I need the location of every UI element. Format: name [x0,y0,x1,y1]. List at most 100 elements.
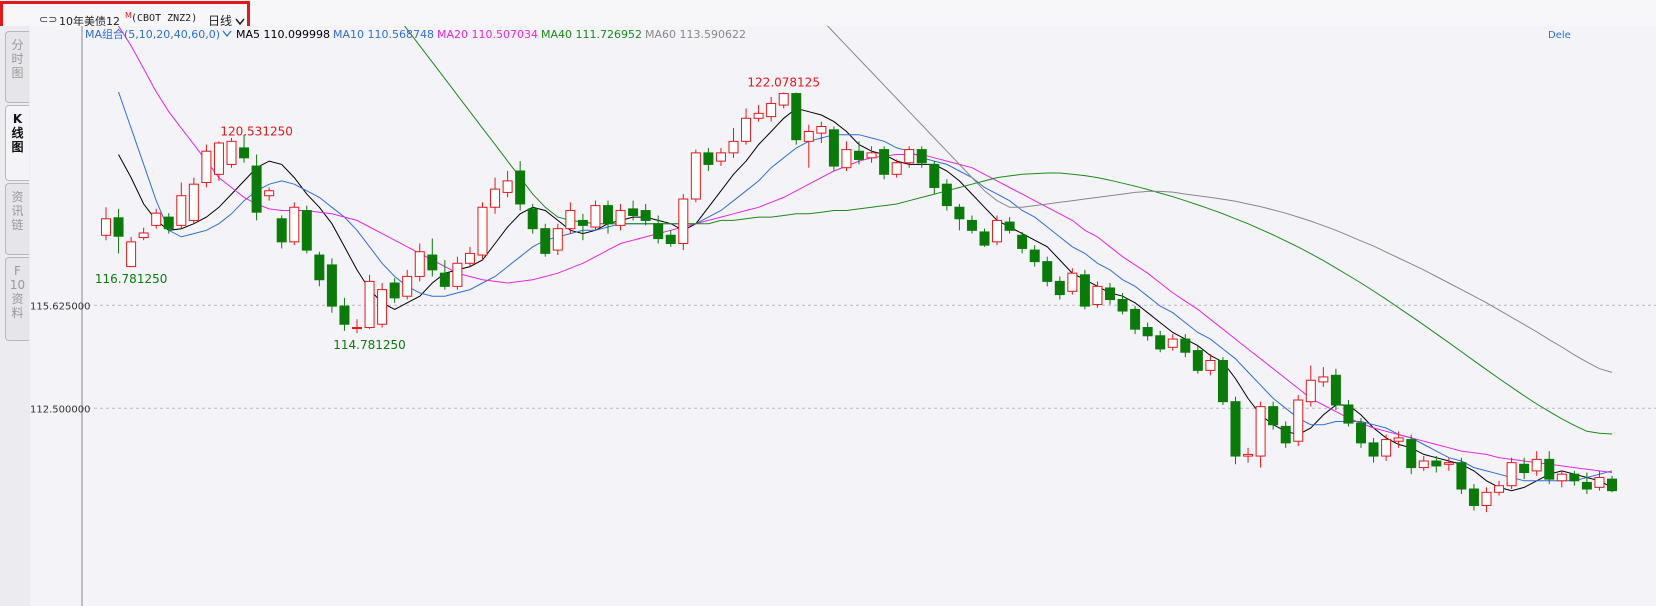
tab-f10-info[interactable]: F 10 资 料 [5,257,29,341]
candle [126,236,137,268]
candle-body [1556,473,1567,482]
tab-label: 分 时 图 [11,38,24,80]
candle [226,138,237,168]
candle [201,144,212,188]
candle [791,92,802,145]
candle-body [1544,458,1555,480]
candle-body [1607,478,1617,492]
candle-body [703,152,714,165]
candle-body [188,183,199,221]
link-icon[interactable]: ⊂⊃ [39,13,57,26]
candle-body [866,152,877,159]
candle-body [1418,460,1429,469]
candle-body [301,210,312,251]
candle-body [1117,299,1128,312]
candle-body [1180,338,1191,353]
view-sidebar: 分 时 图 K 线 图 资 讯 链 F 10 资 料 [0,26,30,606]
candle-body [1481,491,1492,506]
candle-body [364,280,375,329]
candle [1230,396,1241,465]
candle [326,258,337,313]
candle-body [1067,272,1078,292]
candle-body [402,275,413,297]
candle-body [904,149,915,164]
candle-body [1017,234,1028,249]
candle-body [502,180,513,193]
candle-body [1167,338,1178,348]
candle-body [1569,473,1580,482]
candle-body [741,117,752,142]
candle-body [1230,401,1241,457]
candle-body [954,206,965,220]
candle-body [929,163,940,188]
tab-label: F 10 资 料 [9,264,26,320]
candle-body [1029,249,1040,263]
candle-body [1581,481,1592,490]
candle [690,149,701,203]
candle-body [163,216,174,230]
tab-label: 资 讯 链 [11,190,24,232]
candle-body [439,272,450,287]
tab-label: K 线 图 [11,112,24,154]
candle-body [527,208,538,230]
candle-body [778,93,789,106]
candle-body [1443,462,1454,465]
candle [540,223,551,257]
candle-body [879,149,890,175]
tab-time-chart[interactable]: 分 时 图 [5,31,29,103]
candle-body [452,262,463,287]
candle-body [113,217,124,237]
candle-body [715,152,726,162]
candle [941,179,952,211]
candle-body [1130,308,1141,330]
candle-body [339,305,350,325]
candle-body [854,150,864,160]
candle-body [603,205,613,225]
candle-body [590,205,601,228]
legend-ma5: MA5 110.099998 [236,28,330,41]
y-tick-label: 112.500000 [30,404,90,415]
candle-body [803,130,814,142]
candle-body [816,126,827,134]
tab-kline-chart[interactable]: K 线 图 [5,105,29,181]
candle-body [941,183,952,207]
top-right-text: Dele [1548,30,1571,41]
candle-body [226,140,237,165]
candle-body [1368,442,1379,457]
candle-body [766,102,777,118]
candle-body [1105,287,1115,301]
candle-body [264,190,275,197]
candle-body [1343,404,1354,424]
candle-body [1155,335,1166,350]
candle-body [1268,406,1279,426]
candle-body [577,219,588,226]
y-tick-label: 115.625000 [30,301,90,312]
candle [992,215,1003,246]
price-annotation-high1: 120.531250 [220,124,293,138]
candle-body [828,129,839,167]
candle-body [1217,359,1228,403]
candle-body [377,289,388,325]
candle-body [916,149,927,164]
candle-body [628,208,639,216]
candle [527,203,538,234]
candle-body [966,219,977,231]
candle-body [615,210,626,226]
candle-body [1381,439,1392,457]
candle-body [841,149,852,169]
candle-body [791,93,802,141]
tab-news-chain[interactable]: 资 讯 链 [5,183,29,255]
candle-body [352,327,362,330]
candle-body [213,142,224,175]
kline-chart[interactable]: 115.625000 112.500000 120.531250 122.07812… [30,26,1656,606]
candle-body [1280,425,1291,444]
candle-body [1594,476,1605,488]
legend-ma60: MA60 113.590622 [645,28,746,41]
candle-body [540,228,551,254]
candle [1217,357,1228,405]
candle [289,202,300,246]
candle-body [1042,261,1053,282]
candle [590,200,601,231]
candle [477,202,488,260]
candle-body [1406,439,1417,469]
